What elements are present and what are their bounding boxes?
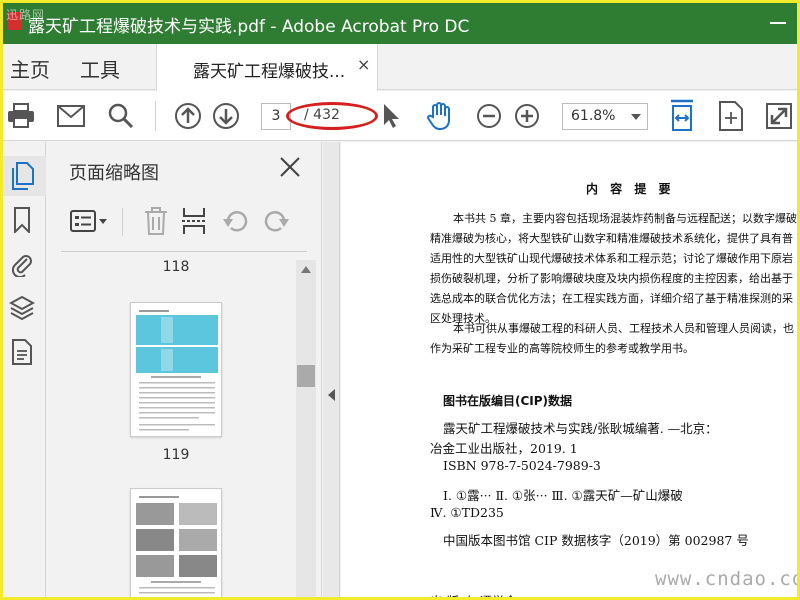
cip-line: 冶金工业出版社，2019. 1 — [430, 441, 578, 456]
thumbnail-preview — [136, 310, 218, 431]
fit-width-icon — [671, 99, 693, 131]
summary-heading: 内 容 提 要 — [586, 182, 675, 196]
summary-line: 本书可供从事爆破工程的科研人员、工程技术人员和管理人员阅读，也 — [453, 322, 794, 335]
collapse-panel-icon[interactable] — [328, 389, 335, 401]
thumbnail-scrollbar[interactable] — [296, 260, 316, 600]
page-total: / 432 — [304, 107, 340, 123]
minus-circle-icon — [477, 104, 501, 128]
hand-tool-button[interactable] — [422, 91, 458, 141]
page-number-label: 119 — [162, 447, 190, 463]
cip-line: Ⅰ. ①露··· Ⅱ. ①张··· Ⅲ. ①露天矿—矿山爆破 — [443, 488, 683, 503]
layers-icon — [9, 295, 35, 321]
summary-line: 精准爆破为核心，将大型铁矿山数字和精准爆破技术系统化，提供了具有普 — [430, 232, 793, 245]
toolbar-separator — [155, 101, 156, 131]
printer-icon — [8, 103, 34, 128]
delete-page-button[interactable] — [141, 206, 171, 236]
rotate-left-button[interactable] — [221, 206, 251, 236]
cip-line: Ⅳ. ①TD235 — [430, 505, 504, 520]
cip-heading: 图书在版编目(CIP)数据 — [443, 394, 573, 408]
layers-button[interactable] — [9, 294, 35, 322]
document-tab-label: 露天矿工程爆破技... — [193, 62, 346, 82]
nav-tools[interactable]: 工具 — [80, 54, 120, 83]
bookmarks-button[interactable] — [9, 206, 35, 234]
chevron-down-icon[interactable] — [631, 114, 641, 120]
attachments-button[interactable] — [9, 250, 35, 278]
expand-icon — [766, 103, 792, 129]
cursor-arrow-icon — [384, 104, 399, 128]
full-screen-button[interactable] — [762, 91, 796, 141]
document-icon — [12, 339, 32, 365]
cip-line: ISBN 978-7-5024-7989-3 — [443, 458, 601, 473]
page-extract-icon — [182, 208, 206, 234]
plus-circle-icon — [515, 104, 539, 128]
search-button[interactable] — [104, 91, 138, 141]
summary-line: 适用性的大型铁矿山现代爆破技术体系和工程示范；讨论了爆破作用下原岩 — [430, 252, 793, 265]
rotate-right-button[interactable] — [261, 206, 291, 236]
extract-page-button[interactable] — [179, 206, 209, 236]
arrow-down-circle-icon — [213, 103, 239, 129]
page-thumbnails-button[interactable] — [9, 162, 35, 190]
panel-toolbar — [61, 202, 307, 252]
arrow-up-circle-icon — [175, 103, 201, 129]
document-tab[interactable]: 露天矿工程爆破技... × — [156, 44, 378, 91]
cip-line: 出 版 人 谭学余 — [430, 591, 517, 600]
page-thumbnail[interactable] — [130, 302, 222, 437]
zoom-in-button[interactable] — [512, 91, 542, 141]
paperclip-icon — [11, 255, 32, 277]
content-button[interactable] — [9, 338, 35, 366]
hand-icon — [427, 102, 450, 131]
scroll-up-icon[interactable] — [301, 266, 311, 273]
print-button[interactable] — [4, 91, 38, 141]
title-bar: 迅路网 露天矿工程爆破技术与实践.pdf - Adobe Acrobat Pro… — [0, 0, 800, 44]
zoom-out-button[interactable] — [474, 91, 504, 141]
previous-page-button[interactable] — [172, 91, 204, 141]
window-title: 露天矿工程爆破技术与实践.pdf - Adobe Acrobat Pro DC — [28, 17, 470, 37]
page-number-input[interactable]: 3 — [261, 103, 291, 130]
navigation-rail — [0, 142, 46, 600]
site-watermark: www.cndao.com — [655, 568, 800, 590]
scrollbar-thumb[interactable] — [297, 365, 315, 387]
summary-line: 选总成本的联合优化方法；在工程实践方面，详细介绍了基于精准探测的采 — [430, 292, 793, 305]
email-button[interactable] — [54, 91, 88, 141]
page-thumbnails-panel: 页面缩略图 118 119 — [47, 142, 322, 600]
fit-page-button[interactable] — [714, 91, 748, 141]
envelope-icon — [57, 105, 85, 127]
page-thumbnail[interactable] — [130, 488, 222, 600]
panel-splitter[interactable] — [323, 142, 340, 600]
cip-line: 露天矿工程爆破技术与实践/张耿城编著. —北京： — [443, 421, 718, 436]
thumbnail-preview — [136, 496, 217, 599]
fit-width-button[interactable] — [664, 91, 700, 141]
minimize-icon[interactable] — [770, 22, 786, 24]
search-icon — [108, 103, 134, 129]
cip-line: 中国版本图书馆 CIP 数据核字（2019）第 002987 号 — [443, 533, 749, 548]
trash-icon — [145, 207, 167, 235]
fit-page-icon — [719, 101, 743, 131]
rotate-right-icon — [264, 211, 289, 232]
panel-title: 页面缩略图 — [69, 163, 159, 184]
close-icon[interactable] — [279, 156, 301, 178]
main-toolbar: 3 / 432 61.8% — [0, 91, 800, 141]
rotate-left-icon — [223, 211, 248, 232]
summary-line: 本书共 5 章，主要内容包括现场混装炸药制备与远程配送；以数字爆破 — [453, 212, 797, 225]
bookmark-icon — [14, 207, 30, 233]
nav-home[interactable]: 主页 — [10, 54, 50, 83]
select-tool-button[interactable] — [376, 91, 406, 141]
page-number-label: 118 — [162, 259, 190, 275]
document-page: 内 容 提 要 本书共 5 章，主要内容包括现场混装炸药制备与远程配送；以数字爆… — [341, 142, 800, 600]
pages-icon — [12, 162, 34, 190]
summary-line: 损伤破裂机理，分析了影响爆破块度及块内损伤程度的主控因素，给出基于 — [430, 272, 793, 285]
options-menu-icon — [70, 210, 107, 232]
next-page-button[interactable] — [210, 91, 242, 141]
summary-line: 作为采矿工程专业的高等院校师生的参考或教学用书。 — [430, 342, 694, 355]
panel-toolbar-separator — [122, 208, 123, 236]
tab-row: 主页 工具 露天矿工程爆破技... × — [0, 44, 800, 91]
thumbnail-options-button[interactable] — [69, 206, 109, 236]
tab-close-icon[interactable]: × — [357, 55, 370, 74]
